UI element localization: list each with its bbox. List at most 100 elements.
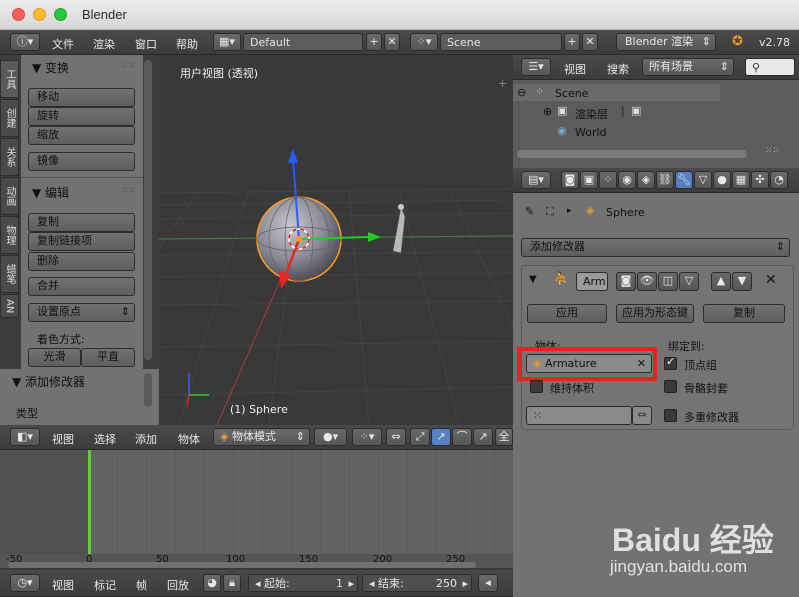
properties-editor-type-button[interactable]: ▤▾	[521, 171, 551, 189]
transform-orientation-icon[interactable]: ↗	[473, 428, 493, 446]
outliner-scrollbar[interactable]	[517, 150, 747, 158]
increment-icon[interactable]: ▸	[462, 575, 468, 592]
start-frame-field[interactable]: ◂ 起始: 1 ▸	[248, 574, 358, 592]
menu-window[interactable]: 窗口	[135, 36, 157, 52]
set-origin-select[interactable]: 设置原点 ⇕	[28, 303, 135, 322]
drag-handle-icon[interactable]: ⁙⁙	[121, 186, 136, 196]
drag-handle-icon[interactable]: ⁙⁙	[765, 146, 780, 156]
translate-manipulator-icon[interactable]: ⤢	[410, 428, 430, 446]
decrement-icon[interactable]: ◂	[255, 577, 261, 590]
layout-name-field[interactable]: Default	[243, 33, 363, 51]
scene-selector-icon[interactable]: ⁘▾	[410, 33, 438, 51]
transform-header[interactable]: ▼ 变换	[32, 59, 69, 76]
physics-tab-icon[interactable]: ◔	[770, 171, 788, 189]
lock-icon[interactable]: 🔒︎	[223, 574, 241, 592]
join-button[interactable]: 合并	[28, 277, 135, 296]
menu-render[interactable]: 渲染	[93, 36, 115, 52]
mode-select[interactable]: ◈ 物体模式 ⇕	[213, 428, 310, 446]
maximize-window-button[interactable]	[54, 8, 67, 21]
timeline-menu-playback[interactable]: 回放	[167, 577, 189, 593]
timeline-editor-type-button[interactable]: ◷▾	[10, 574, 40, 592]
minimize-window-button[interactable]	[33, 8, 46, 21]
remove-modifier-icon[interactable]: ✕	[765, 272, 777, 288]
outliner-menu-search[interactable]: 搜索	[607, 61, 629, 77]
render-tab-icon[interactable]: ◙	[561, 171, 579, 189]
outliner-item-scene[interactable]: Scene	[555, 87, 589, 100]
tab-physics[interactable]: 物理	[0, 216, 19, 254]
add-region-icon[interactable]: +	[498, 77, 507, 90]
tab-an[interactable]: AN	[0, 294, 19, 318]
outliner-menu-view[interactable]: 视图	[564, 61, 586, 77]
pin-icon[interactable]: ✎	[525, 205, 534, 218]
clear-field-icon[interactable]: ✕	[637, 355, 646, 372]
decrement-icon[interactable]: ◂	[369, 577, 375, 590]
texture-tab-icon[interactable]: ▦	[732, 171, 750, 189]
3d-editor-type-button[interactable]: ◧▾	[10, 428, 40, 446]
global-orientation-select[interactable]: 全	[495, 428, 513, 446]
scale-button[interactable]: 缩放	[28, 126, 135, 145]
timeline-menu-view[interactable]: 视图	[52, 577, 74, 593]
timeline-menu-frame[interactable]: 帧	[136, 577, 147, 593]
preserve-volume-checkbox[interactable]	[530, 380, 543, 393]
remove-scene-icon[interactable]: ✕	[582, 33, 598, 51]
render-toggle-icon[interactable]: ◙	[616, 272, 636, 291]
outliner-filter-select[interactable]: 所有场景 ⇕	[642, 58, 734, 76]
armature-object-field[interactable]: ◈ Armature ✕	[526, 354, 652, 373]
render-engine-select[interactable]: Blender 渲染 ⇕	[616, 33, 716, 51]
move-down-icon[interactable]: ▼	[732, 272, 752, 291]
outliner-item-render-layers[interactable]: 渲染层	[575, 106, 608, 122]
outliner-search-input[interactable]: ⚲	[745, 58, 795, 76]
constraints-tab-icon[interactable]: ⛓	[656, 171, 674, 189]
material-tab-icon[interactable]: ●	[713, 171, 731, 189]
bone-envelopes-checkbox[interactable]	[664, 380, 677, 393]
move-button[interactable]: 移动	[28, 88, 135, 107]
add-modifier-panel-header[interactable]: ▼ 添加修改器	[12, 373, 85, 390]
duplicate-linked-button[interactable]: 复制链接项	[28, 232, 135, 251]
menu-help[interactable]: 帮助	[176, 36, 198, 52]
multi-modifier-checkbox[interactable]	[664, 409, 677, 422]
add-scene-icon[interactable]: +	[564, 33, 580, 51]
vertex-groups-checkbox[interactable]: ✓	[664, 355, 677, 370]
tab-grease-pencil[interactable]: 蜡笔	[0, 255, 19, 293]
remove-layout-icon[interactable]: ✕	[384, 33, 400, 51]
increment-icon[interactable]: ▸	[348, 575, 354, 592]
tab-tools[interactable]: 工具	[0, 60, 19, 98]
view3d-menu-select[interactable]: 选择	[94, 431, 116, 447]
timeline-editor[interactable]	[0, 450, 513, 568]
smooth-button[interactable]: 光滑	[28, 348, 81, 367]
tab-create[interactable]: 创建	[0, 99, 19, 137]
tab-animation[interactable]: 动画	[0, 177, 19, 215]
scene-name-field[interactable]: Scene	[440, 33, 562, 51]
particles-tab-icon[interactable]: ✣	[751, 171, 769, 189]
render-layers-tab-icon[interactable]: ▣	[580, 171, 598, 189]
x-gizmo-arrow-icon[interactable]	[368, 232, 381, 242]
manipulator-toggle-icon[interactable]: ⇔	[386, 428, 406, 446]
keying-set-icon[interactable]: ◕	[203, 574, 221, 592]
outliner-editor-type-button[interactable]: ☰▾	[521, 58, 551, 76]
delete-button[interactable]: 删除	[28, 252, 135, 271]
viewport-toggle-icon[interactable]: 👁︎	[637, 272, 657, 291]
apply-as-shape-button[interactable]: 应用为形态键	[616, 304, 694, 323]
modifier-name-field[interactable]: Arm	[576, 272, 608, 291]
flat-button[interactable]: 平直	[81, 348, 135, 367]
duplicate-button[interactable]: 复制	[28, 213, 135, 232]
tab-relations[interactable]: 关系	[0, 138, 19, 176]
scene-tab-icon[interactable]: ⁘	[599, 171, 617, 189]
collapse-icon[interactable]: ⊖	[517, 86, 526, 99]
menu-file[interactable]: 文件	[52, 36, 74, 52]
move-up-icon[interactable]: ▲	[711, 272, 731, 291]
data-tab-icon[interactable]: ▽	[694, 171, 712, 189]
outliner-item-world[interactable]: World	[575, 126, 607, 139]
z-gizmo-arrow-icon[interactable]	[288, 149, 298, 163]
rotate-button[interactable]: 旋转	[28, 107, 135, 126]
operator-panel-scrollbar[interactable]	[144, 373, 152, 407]
current-frame-cursor[interactable]	[88, 450, 91, 554]
view3d-menu-view[interactable]: 视图	[52, 431, 74, 447]
edit-header[interactable]: ▼ 编辑	[32, 184, 69, 201]
shading-mode-icon[interactable]: ●▾	[314, 428, 347, 446]
editmode-toggle-icon[interactable]: ◫	[658, 272, 678, 291]
invert-vertex-group-icon[interactable]: ⇔	[632, 406, 652, 425]
cage-toggle-icon[interactable]: ▽	[679, 272, 699, 291]
world-tab-icon[interactable]: ◉	[618, 171, 636, 189]
close-window-button[interactable]	[12, 8, 25, 21]
